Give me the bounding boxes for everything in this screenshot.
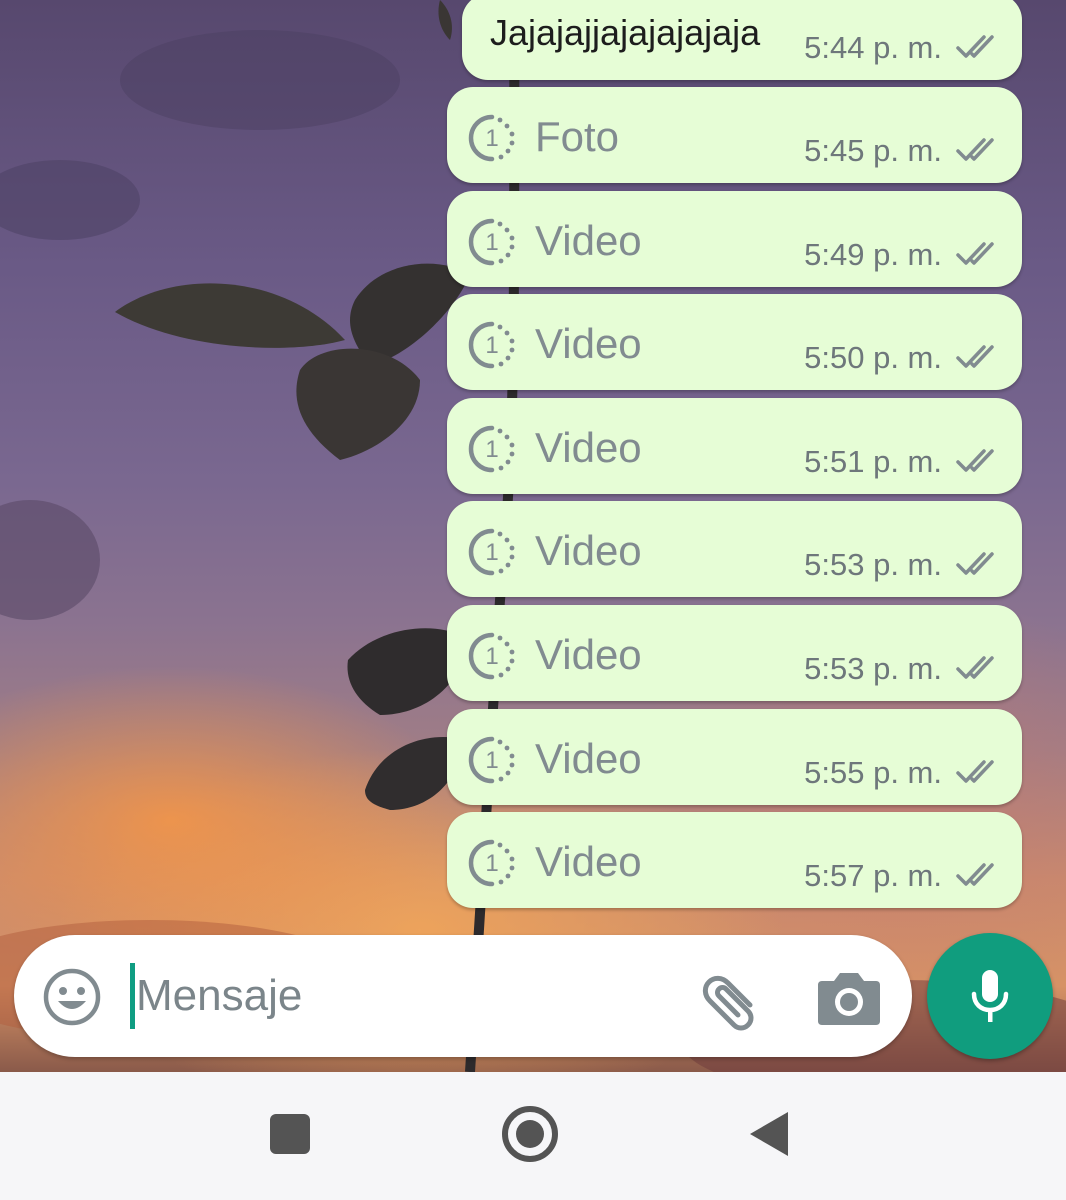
recents-button[interactable] xyxy=(270,1114,310,1154)
view-once-media-label: Video xyxy=(535,838,642,886)
message-time: 5:55 p. m. xyxy=(804,754,942,790)
double-check-icon xyxy=(956,759,994,783)
view-once-icon: 1 xyxy=(468,839,515,887)
view-once-icon: 1 xyxy=(468,321,515,369)
message-bubble[interactable]: 1 Video 5:57 p. m. xyxy=(447,812,1022,909)
message-input[interactable] xyxy=(136,957,676,1035)
double-check-icon xyxy=(956,863,994,886)
message-time: 5:49 p. m. xyxy=(804,236,942,272)
camera-icon[interactable] xyxy=(814,965,884,1029)
view-once-icon: 1 xyxy=(468,736,515,783)
message-bubble[interactable]: Jajajajjajajajajaja 5:44 p. m. xyxy=(462,0,1022,80)
svg-text:1: 1 xyxy=(485,229,498,256)
message-time: 5:51 p. m. xyxy=(804,443,942,479)
message-text: Jajajajjajajajajaja xyxy=(490,12,761,53)
double-check-icon xyxy=(956,552,994,576)
message-bubble[interactable]: 1 Video 5:53 p. m. xyxy=(447,605,1022,701)
view-once-media-label: Video xyxy=(535,216,642,264)
message-time: 5:50 p. m. xyxy=(804,340,942,376)
svg-text:1: 1 xyxy=(485,332,498,359)
double-check-icon xyxy=(956,35,994,58)
emoji-icon[interactable] xyxy=(42,967,102,1027)
message-time: 5:53 p. m. xyxy=(804,547,942,583)
double-check-icon xyxy=(956,656,994,679)
svg-text:1: 1 xyxy=(485,747,498,774)
message-bubble[interactable]: 1 Video 5:51 p. m. xyxy=(447,397,1022,494)
message-time: 5:57 p. m. xyxy=(804,858,942,894)
double-check-icon xyxy=(956,449,994,472)
message-list[interactable]: Jajajajjajajajajaja 5:44 p. m. 1 Foto 5:45 p… xyxy=(0,0,1066,920)
message-composer xyxy=(14,935,912,1057)
view-once-media-label: Video xyxy=(535,423,642,471)
svg-text:1: 1 xyxy=(485,436,498,463)
double-check-icon xyxy=(956,138,994,161)
view-once-media-label: Video xyxy=(535,734,642,782)
message-bubble[interactable]: 1 Foto 5:45 p. m. xyxy=(447,87,1022,183)
svg-text:1: 1 xyxy=(485,850,498,877)
message-bubble[interactable]: 1 Video 5:49 p. m. xyxy=(447,190,1022,287)
view-once-icon: 1 xyxy=(468,529,515,576)
message-bubble[interactable]: 1 Video 5:55 p. m. xyxy=(447,708,1022,805)
view-once-media-label: Video xyxy=(535,527,642,575)
view-once-icon: 1 xyxy=(468,632,515,680)
view-once-icon: 1 xyxy=(468,114,515,162)
svg-text:1: 1 xyxy=(485,125,498,152)
message-bubble[interactable]: 1 Video 5:50 p. m. xyxy=(447,294,1022,391)
view-once-media-label: Video xyxy=(535,631,642,678)
voice-message-button[interactable] xyxy=(927,933,1053,1059)
text-caret xyxy=(130,963,135,1029)
paperclip-icon[interactable] xyxy=(694,965,764,1031)
message-time: 5:45 p. m. xyxy=(804,133,942,168)
view-once-icon: 1 xyxy=(468,218,515,265)
system-navigation-bar xyxy=(0,1072,1066,1200)
svg-text:1: 1 xyxy=(485,643,498,670)
microphone-icon xyxy=(971,970,1009,1022)
home-button[interactable] xyxy=(502,1106,558,1162)
double-check-icon xyxy=(956,345,994,368)
view-once-icon: 1 xyxy=(468,425,515,473)
message-time: 5:53 p. m. xyxy=(804,651,942,686)
double-check-icon xyxy=(956,241,994,265)
message-bubble[interactable]: 1 Video 5:53 p. m. xyxy=(447,501,1022,598)
view-once-media-label: Video xyxy=(535,320,642,368)
view-once-media-label: Foto xyxy=(535,113,620,160)
back-button[interactable] xyxy=(750,1112,788,1156)
message-time: 5:44 p. m. xyxy=(804,30,942,65)
svg-text:1: 1 xyxy=(485,539,498,566)
